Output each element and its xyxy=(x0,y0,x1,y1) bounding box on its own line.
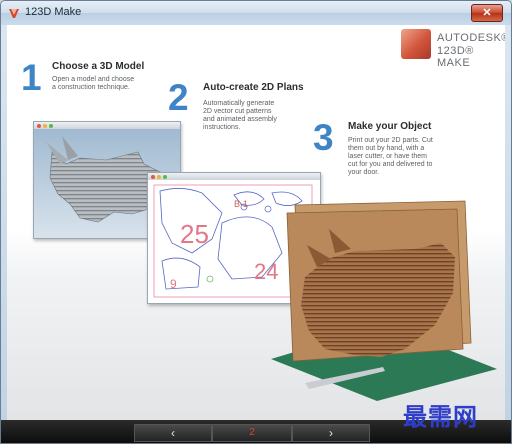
plan-part-label: B-1 xyxy=(234,199,249,209)
close-icon: ✕ xyxy=(482,7,492,19)
plan-part-label: 9 xyxy=(170,277,177,291)
window-dot-icon xyxy=(43,124,47,128)
step-1-title: Choose a 3D Model xyxy=(52,61,145,72)
app-logo-icon xyxy=(9,9,19,18)
window-dot-icon xyxy=(163,175,167,179)
brand-product: 123D® MAKE xyxy=(437,45,474,69)
current-page: 2 xyxy=(249,427,255,438)
previous-button[interactable]: ‹ xyxy=(134,424,212,442)
plan-part-label: 25 xyxy=(180,219,209,249)
step-3-title: Make your Object xyxy=(348,121,432,132)
step-2-desc-line: 2D vector cut patterns xyxy=(203,108,272,115)
step-1-desc-line: a construction technique. xyxy=(52,84,130,91)
chevron-right-icon: › xyxy=(329,426,333,440)
step-2-number: 2 xyxy=(168,77,189,118)
watermark: 最需网 xyxy=(403,402,478,431)
page-indicator: 2 xyxy=(212,424,292,442)
finished-object-icon xyxy=(271,200,497,401)
step-3-desc: Print out your 2D parts. Cut them out by… xyxy=(348,137,433,177)
preview-window-bar xyxy=(148,173,320,180)
app-window: 123D Make ✕ AUTODESK® 123D® MAKE 1 Choos… xyxy=(0,0,512,444)
step-3-desc-line: cut for you and delivered to xyxy=(348,161,433,168)
step-1-desc-line: Open a model and choose xyxy=(52,76,135,83)
window-dot-icon xyxy=(49,124,53,128)
step-2-desc: Automatically generate 2D vector cut pat… xyxy=(203,100,277,132)
window-dot-icon xyxy=(151,175,155,179)
step-3-desc-line: them out by hand, with a xyxy=(348,145,425,152)
autodesk-brand: AUTODESK® 123D® MAKE xyxy=(401,29,505,69)
brand-company: AUTODESK® xyxy=(437,32,505,44)
chevron-left-icon: ‹ xyxy=(171,426,175,440)
window-title: 123D Make xyxy=(25,6,82,18)
step-3-desc-line: your door. xyxy=(348,169,380,176)
window-dot-icon xyxy=(37,124,41,128)
welcome-panel: AUTODESK® 123D® MAKE 1 Choose a 3D Model… xyxy=(7,25,505,420)
step-2-title: Auto-create 2D Plans xyxy=(203,82,304,93)
step-2-desc-line: and animated assembly xyxy=(203,116,277,123)
step-3-number: 3 xyxy=(313,117,334,158)
step-1-desc: Open a model and choose a construction t… xyxy=(52,76,134,92)
step-2-desc-line: Automatically generate xyxy=(203,100,275,107)
step-2-desc-line: instructions. xyxy=(203,124,241,131)
step-3-desc-line: laser cutter, or have them xyxy=(348,153,427,160)
title-bar: 123D Make ✕ xyxy=(1,1,511,25)
step-3-desc-line: Print out your 2D parts. Cut xyxy=(348,137,433,144)
next-button[interactable]: › xyxy=(292,424,370,442)
123d-make-logo xyxy=(401,29,431,59)
step-1-number: 1 xyxy=(21,57,42,98)
preview-window-bar xyxy=(34,122,180,129)
window-dot-icon xyxy=(157,175,161,179)
close-button[interactable]: ✕ xyxy=(471,4,503,22)
